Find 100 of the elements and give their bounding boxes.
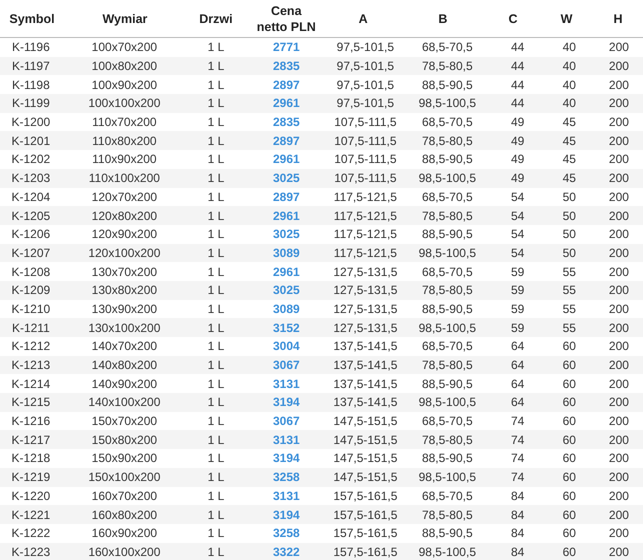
a-cell: 107,5-111,5	[334, 171, 397, 186]
w-cell: 55	[562, 302, 576, 316]
b-cell: 68,5-70,5	[422, 115, 473, 130]
price-cell: 3258	[272, 526, 300, 540]
price-cell: 3067	[272, 358, 300, 372]
symbol-cell: K-1202	[12, 152, 50, 166]
a-cell: 97,5-101,5	[336, 78, 394, 92]
price-cell: 3131	[272, 376, 300, 391]
a-cell: 147,5-151,5	[333, 470, 398, 484]
a-cell: 117,5-121,5	[334, 190, 397, 204]
door-cell: 1 L	[208, 152, 224, 166]
c-cell: 64	[511, 358, 524, 372]
h-cell: 200	[608, 376, 629, 391]
h-header: H	[612, 10, 624, 26]
door-cell: 1 L	[208, 190, 224, 204]
symbol-cell: K-1197	[12, 59, 50, 74]
b-cell: 98,5-100,5	[418, 320, 476, 335]
size-cell: 110x90x200	[92, 152, 157, 166]
price-cell: 3025	[272, 227, 300, 242]
h-cell: 200	[608, 190, 629, 204]
size-cell: 140x90x200	[92, 376, 158, 391]
h-cell: 200	[608, 302, 629, 316]
a-cell: 117,5-121,5	[334, 227, 397, 242]
price-header: Cena netto PLN	[256, 2, 317, 34]
w-cell: 40	[562, 78, 576, 92]
b-cell: 98,5-100,5	[418, 246, 476, 260]
price-cell: 3089	[272, 246, 300, 260]
symbol-cell: K-1220	[12, 488, 50, 503]
size-cell: 160x80x200	[92, 508, 158, 522]
c-cell: 84	[511, 544, 524, 559]
b-cell: 78,5-80,5	[422, 508, 473, 522]
c-cell: 44	[511, 59, 524, 74]
door-header: Drzwi	[198, 10, 234, 26]
symbol-cell: K-1207	[12, 246, 50, 260]
door-cell: 1 L	[208, 134, 224, 148]
b-cell: 68,5-70,5	[422, 264, 473, 279]
c-cell: 49	[511, 171, 524, 186]
b-cell: 98,5-100,5	[418, 96, 476, 110]
door-cell: 1 L	[208, 78, 224, 92]
price-cell: 3131	[272, 488, 300, 503]
a-cell: 157,5-161,5	[333, 508, 398, 522]
a-cell: 157,5-161,5	[333, 544, 398, 559]
b-cell: 68,5-70,5	[422, 414, 473, 428]
door-cell: 1 L	[208, 264, 224, 279]
a-cell: 107,5-111,5	[334, 115, 397, 130]
price-cell: 3152	[272, 320, 300, 335]
size-cell: 130x80x200	[92, 283, 158, 298]
h-cell: 200	[608, 134, 629, 148]
c-cell: 44	[511, 78, 524, 92]
c-cell: 64	[511, 395, 524, 410]
symbol-cell: K-1204	[12, 190, 50, 204]
c-cell: 84	[511, 508, 524, 522]
b-cell: 88,5-90,5	[422, 78, 473, 92]
w-cell: 55	[562, 264, 576, 279]
w-cell: 60	[562, 470, 576, 484]
size-cell: 120x90x200	[92, 227, 158, 242]
a-cell: 127,5-131,5	[333, 264, 398, 279]
w-cell: 55	[562, 283, 576, 298]
symbol-cell: K-1216	[12, 414, 50, 428]
c-cell: 74	[511, 432, 524, 447]
symbol-cell: K-1219	[12, 470, 50, 484]
h-cell: 200	[608, 208, 629, 223]
door-cell: 1 L	[208, 227, 224, 242]
h-cell: 200	[608, 432, 629, 447]
door-cell: 1 L	[208, 544, 224, 559]
price-cell: 3089	[272, 302, 300, 316]
h-cell: 200	[608, 395, 629, 410]
h-cell: 200	[608, 470, 629, 484]
w-header: W	[560, 10, 574, 26]
symbol-cell: K-1218	[12, 451, 50, 466]
b-cell: 78,5-80,5	[422, 283, 473, 298]
price-cell: 3067	[272, 414, 300, 428]
b-cell: 68,5-70,5	[422, 339, 473, 354]
c-cell: 84	[511, 488, 524, 503]
b-cell: 68,5-70,5	[422, 488, 473, 503]
price-cell: 2897	[272, 78, 300, 92]
b-cell: 88,5-90,5	[422, 302, 473, 316]
size-cell: 140x100x200	[88, 395, 160, 410]
symbol-cell: K-1198	[12, 78, 50, 92]
door-cell: 1 L	[208, 488, 224, 503]
size-cell: 130x90x200	[92, 302, 158, 316]
a-cell: 147,5-151,5	[333, 414, 398, 428]
symbol-cell: K-1215	[12, 395, 50, 410]
door-cell: 1 L	[208, 115, 224, 130]
price-cell: 3004	[272, 339, 300, 354]
a-cell: 137,5-141,5	[333, 339, 398, 354]
symbol-cell: K-1214	[12, 376, 50, 391]
b-cell: 78,5-80,5	[422, 432, 473, 447]
c-cell: 49	[511, 134, 524, 148]
symbol-cell: K-1217	[12, 432, 50, 447]
h-cell: 200	[608, 246, 629, 260]
b-cell: 68,5-70,5	[422, 190, 473, 204]
h-cell: 200	[608, 414, 629, 428]
c-cell: 49	[511, 115, 524, 130]
h-cell: 200	[608, 451, 629, 466]
b-cell: 78,5-80,5	[422, 59, 473, 74]
c-cell: 74	[511, 451, 524, 466]
w-cell: 60	[562, 451, 576, 466]
b-cell: 98,5-100,5	[418, 171, 476, 186]
b-cell: 68,5-70,5	[422, 40, 473, 54]
